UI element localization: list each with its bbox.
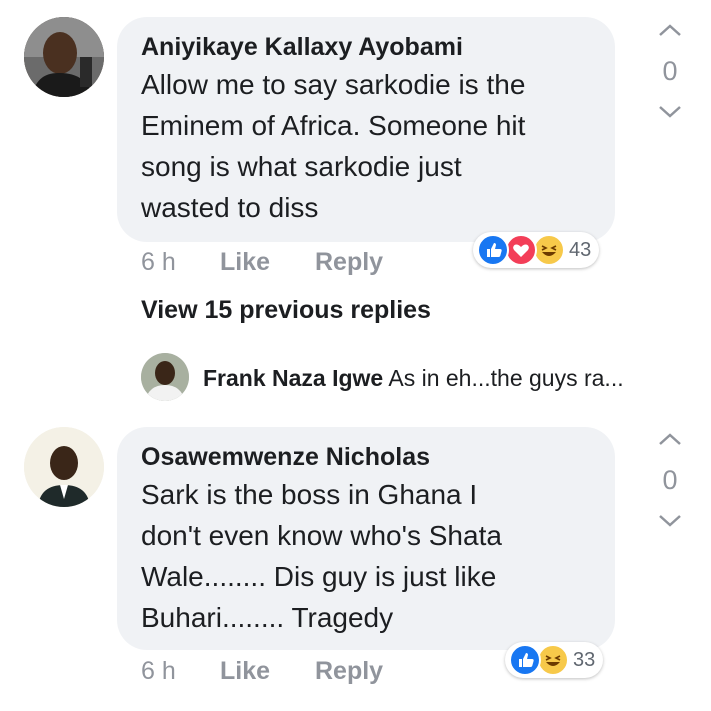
like-button[interactable]: Like: [220, 248, 270, 277]
comment-time: 6 h: [141, 248, 176, 276]
reaction-summary[interactable]: 33: [505, 642, 604, 678]
love-icon: [505, 234, 537, 266]
reaction-count: 43: [569, 238, 592, 261]
like-icon: [509, 644, 541, 676]
reply-button[interactable]: Reply: [315, 248, 383, 277]
reply-preview[interactable]: Frank Naza Igwe As in eh...the guys ra..…: [203, 365, 624, 392]
reply-button[interactable]: Reply: [315, 657, 383, 686]
reaction-count: 33: [573, 648, 596, 671]
haha-icon: [537, 644, 569, 676]
view-previous-replies-link[interactable]: View 15 previous replies: [141, 296, 431, 325]
reply-avatar[interactable]: [141, 353, 189, 401]
chevron-down-icon[interactable]: [645, 97, 695, 125]
reply-author[interactable]: Frank Naza Igwe: [203, 365, 383, 391]
comment-text: Allow me to say sarkodie is the Eminem o…: [141, 69, 526, 223]
vote-count: 0: [662, 465, 678, 495]
chevron-up-icon[interactable]: [645, 17, 695, 45]
vote-count: 0: [662, 56, 678, 86]
chevron-down-icon[interactable]: [645, 506, 695, 534]
comment-author[interactable]: Aniyikaye Kallaxy Ayobami: [141, 32, 591, 62]
comment-bubble: Aniyikaye Kallaxy Ayobami Allow me to sa…: [117, 17, 615, 242]
chevron-up-icon[interactable]: [645, 426, 695, 454]
like-button[interactable]: Like: [220, 657, 270, 686]
reply-avatar-image: [141, 353, 189, 401]
reaction-summary[interactable]: 43: [473, 232, 600, 268]
comment-author[interactable]: Osawemwenze Nicholas: [141, 442, 591, 472]
avatar-image: [24, 427, 104, 507]
avatar[interactable]: [24, 427, 104, 507]
vote-control: 0: [645, 426, 695, 534]
comment-text: Sark is the boss in Ghana I don't even k…: [141, 479, 502, 633]
like-icon: [477, 234, 509, 266]
haha-icon: [533, 234, 565, 266]
avatar[interactable]: [24, 17, 104, 97]
avatar-image: [24, 17, 104, 97]
comment-time: 6 h: [141, 657, 176, 685]
reply-text: As in eh...the guys ra...: [388, 365, 624, 391]
vote-control: 0: [645, 17, 695, 125]
comment-bubble: Osawemwenze Nicholas Sark is the boss in…: [117, 427, 615, 650]
